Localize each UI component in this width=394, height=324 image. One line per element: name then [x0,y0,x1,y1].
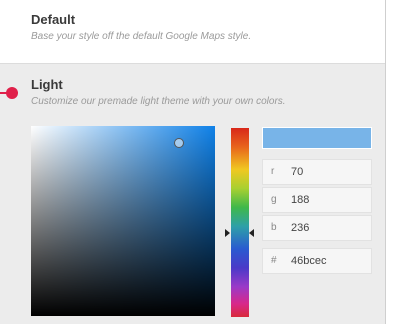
hue-slider-left-arrow-icon[interactable] [225,229,230,237]
hue-slider-right-arrow-icon[interactable] [249,229,254,237]
style-options-panel: Default Base your style off the default … [0,0,386,324]
blue-field[interactable]: b 236 [262,215,372,241]
option-default-description: Base your style off the default Google M… [31,31,252,42]
hex-field[interactable]: # 46bcec [262,248,372,274]
option-light-title: Light [31,77,63,92]
hue-slider[interactable] [231,128,249,317]
green-label: g [271,194,277,205]
color-preview-swatch [262,127,372,149]
red-field[interactable]: r 70 [262,159,372,185]
option-default-title: Default [31,12,76,27]
blue-label: b [271,222,277,233]
green-field[interactable]: g 188 [262,187,372,213]
hex-label: # [271,255,277,266]
hex-value[interactable]: 46bcec [291,255,326,267]
red-value[interactable]: 70 [291,166,303,178]
blue-value[interactable]: 236 [291,222,309,234]
green-value[interactable]: 188 [291,194,309,206]
saturation-value-picker[interactable] [31,126,215,316]
red-label: r [271,166,275,177]
color-picker-handle[interactable] [174,138,184,148]
option-light-description: Customize our premade light theme with y… [31,96,286,107]
style-option-default[interactable]: Default Base your style off the default … [0,0,385,63]
selected-radio-indicator[interactable] [6,87,18,99]
